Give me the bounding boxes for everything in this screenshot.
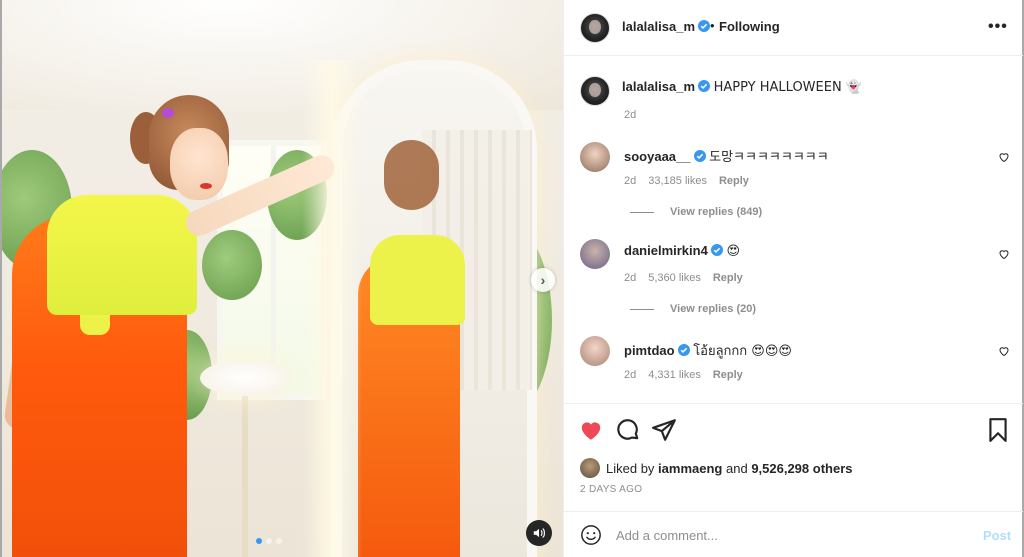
carousel-dot (256, 538, 262, 544)
post-username[interactable]: lalalalisa_m (622, 19, 710, 34)
caption-time[interactable]: 2d (624, 109, 636, 121)
comment-meta: 2d 5,360 likes Reply (624, 272, 743, 284)
verified-icon (677, 344, 690, 356)
avatar[interactable] (580, 239, 610, 269)
comment-text: โอ้ยลูกกก 😍😍😍 (693, 344, 792, 359)
following-button[interactable]: Following (719, 19, 780, 34)
sound-icon (533, 528, 545, 538)
figure-face (170, 128, 228, 200)
carousel-next-button[interactable]: › (531, 268, 555, 292)
username-text[interactable]: sooyaaa__ (624, 149, 691, 164)
heart-outline-icon[interactable] (998, 151, 1010, 163)
view-replies-button[interactable]: View replies (849) (630, 206, 762, 218)
comment-likes[interactable]: 33,185 likes (648, 175, 707, 187)
verified-icon (710, 244, 723, 256)
username-text[interactable]: lalalalisa_m (622, 79, 695, 94)
liked-by-user[interactable]: iammaeng (658, 461, 722, 476)
liked-by-text: Liked by iammaeng and 9,526,298 others (606, 461, 853, 476)
avatar[interactable] (580, 458, 600, 478)
post-header: lalalalisa_m • Following ••• (564, 0, 1023, 56)
view-replies-label[interactable]: View replies (849) (670, 206, 762, 218)
comment-likes[interactable]: 5,360 likes (648, 272, 701, 284)
action-bar (564, 403, 1023, 453)
liked-by: Liked by iammaeng and 9,526,298 others (580, 458, 853, 478)
photo-plant (202, 230, 262, 300)
post-date[interactable]: 2 DAYS AGO (580, 484, 642, 495)
post-button[interactable]: Post (983, 528, 1011, 543)
comment-icon[interactable] (615, 417, 641, 443)
comment: pimtdao โอ้ยลูกกก 😍😍😍 (624, 340, 792, 361)
figure-hairclip (162, 108, 174, 118)
reply-button[interactable]: Reply (713, 272, 743, 284)
post-media[interactable]: › (2, 0, 563, 557)
reflection-shirt (370, 235, 465, 325)
comment: danielmirkin4 😍 (624, 243, 740, 259)
comment-likes[interactable]: 4,331 likes (648, 369, 701, 381)
chevron-right-icon: › (540, 272, 546, 288)
comment-time[interactable]: 2d (624, 369, 636, 381)
username-text[interactable]: pimtdao (624, 343, 675, 358)
avatar[interactable] (580, 336, 610, 366)
photo-lamp-pole (242, 390, 248, 557)
comment: sooyaaa__ 도망ㅋㅋㅋㅋㅋㅋㅋㅋ (624, 146, 829, 165)
photo-glow (302, 60, 362, 557)
divider (630, 308, 654, 310)
comment-username[interactable]: danielmirkin4 (624, 243, 723, 258)
carousel-dots (256, 538, 282, 544)
comment-meta: 2d 33,185 likes Reply (624, 175, 749, 187)
comment-text: 도망ㅋㅋㅋㅋㅋㅋㅋㅋ (709, 150, 829, 165)
bookmark-icon[interactable] (985, 417, 1011, 443)
username-text[interactable]: danielmirkin4 (624, 243, 708, 258)
verified-icon (693, 150, 706, 162)
post-details-panel: lalalalisa_m • Following ••• lalalalisa_… (563, 0, 1023, 557)
heart-outline-icon[interactable] (998, 345, 1010, 357)
reflection-hair (384, 140, 439, 210)
liked-by-prefix: Liked by (606, 460, 655, 476)
avatar[interactable] (580, 13, 610, 43)
liked-by-and: and (725, 460, 748, 476)
share-icon[interactable] (651, 417, 677, 443)
avatar[interactable] (580, 142, 610, 172)
more-icon[interactable]: ••• (988, 18, 1008, 36)
divider (630, 211, 654, 213)
heart-filled-icon[interactable] (578, 417, 604, 443)
emoji-icon[interactable] (580, 524, 602, 546)
comment-input[interactable]: Add a comment... (616, 528, 718, 543)
comment-username[interactable]: pimtdao (624, 343, 690, 358)
avatar[interactable] (580, 76, 610, 106)
separator: • (710, 18, 715, 33)
comment-time[interactable]: 2d (624, 175, 636, 187)
reply-button[interactable]: Reply (719, 175, 749, 187)
verified-icon (698, 80, 710, 92)
caption: lalalalisa_m HAPPY HALLOWEEN 👻 (622, 79, 862, 95)
caption-username[interactable]: lalalalisa_m (622, 79, 710, 94)
add-comment-bar: Add a comment... Post (564, 511, 1023, 557)
view-replies-label[interactable]: View replies (20) (670, 303, 756, 315)
figure-shirt (47, 195, 197, 315)
comment-time[interactable]: 2d (624, 272, 636, 284)
comment-text: 😍 (726, 244, 740, 259)
carousel-dot (266, 538, 272, 544)
username-text[interactable]: lalalalisa_m (622, 19, 695, 34)
figure-lips (200, 183, 212, 189)
likes-count[interactable]: 9,526,298 others (751, 461, 852, 476)
reply-button[interactable]: Reply (713, 369, 743, 381)
comment-username[interactable]: sooyaaa__ (624, 149, 706, 164)
view-replies-button[interactable]: View replies (20) (630, 303, 756, 315)
sound-toggle-button[interactable] (526, 520, 552, 546)
carousel-dot (276, 538, 282, 544)
heart-outline-icon[interactable] (998, 248, 1010, 260)
caption-text: HAPPY HALLOWEEN 👻 (713, 80, 863, 95)
comment-meta: 2d 4,331 likes Reply (624, 369, 743, 381)
photo-lamp (200, 360, 290, 396)
verified-icon (698, 20, 710, 32)
